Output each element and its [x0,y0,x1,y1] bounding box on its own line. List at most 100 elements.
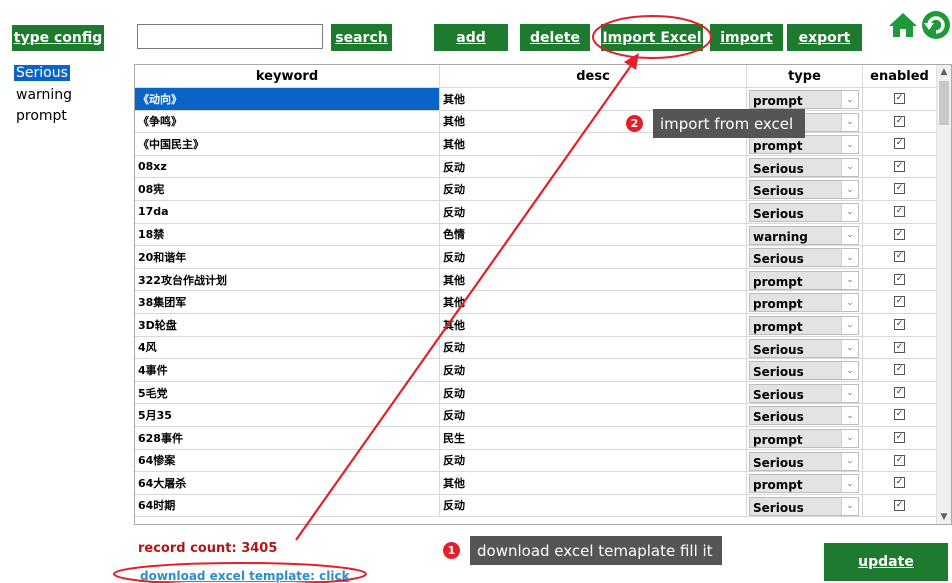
enabled-checkbox[interactable]: ✓ [894,318,905,330]
add-button[interactable]: add [434,24,508,51]
enabled-checkbox[interactable]: ✓ [894,115,905,127]
type-select[interactable]: Serious ⌄ [749,202,859,222]
table-row[interactable]: 64大屠杀 其他 prompt ⌄ ✓ [135,472,937,495]
chevron-down-icon[interactable]: ⌄ [841,497,858,515]
type-select[interactable]: Serious ⌄ [749,496,859,516]
enabled-checkbox[interactable]: ✓ [894,251,905,263]
desc-cell[interactable]: 其他 [440,313,747,337]
download-template-link[interactable]: download excel template: click [140,569,350,583]
enabled-checkbox[interactable]: ✓ [894,183,905,195]
desc-cell[interactable]: 民生 [440,426,747,450]
header-keyword[interactable]: keyword [135,65,440,88]
chevron-down-icon[interactable]: ⌄ [841,136,858,154]
type-select[interactable]: Serious ⌄ [749,361,859,381]
refresh-icon[interactable] [921,10,952,40]
chevron-down-icon[interactable]: ⌄ [841,384,858,402]
desc-cell[interactable]: 反动 [440,246,747,269]
home-icon[interactable] [888,12,918,38]
chevron-down-icon[interactable]: ⌄ [841,91,858,108]
enabled-checkbox[interactable]: ✓ [894,477,905,489]
type-select[interactable]: prompt ⌄ [749,135,859,155]
table-row[interactable]: 322攻台作战计划 其他 prompt ⌄ ✓ [135,268,937,292]
table-row[interactable]: 5毛党 反动 Serious ⌄ ✓ [135,381,937,405]
chevron-down-icon[interactable]: ⌄ [841,249,858,267]
chevron-down-icon[interactable]: ⌄ [841,339,858,357]
header-desc[interactable]: desc [440,65,747,88]
keyword-cell[interactable]: 322攻台作战计划 [135,268,440,292]
type-select[interactable]: prompt ⌄ [749,270,859,290]
type-select[interactable]: prompt ⌄ [749,428,859,448]
enabled-checkbox[interactable]: ✓ [894,409,905,421]
keyword-cell[interactable]: 4事件 [135,359,440,382]
chevron-down-icon[interactable]: ⌄ [841,226,858,244]
type-select[interactable]: Serious ⌄ [749,157,859,177]
enabled-checkbox[interactable]: ✓ [894,160,905,172]
desc-cell[interactable]: 其他 [440,472,747,495]
keyword-cell[interactable]: 《中国民主》 [135,133,440,156]
type-select[interactable]: warning ⌄ [749,225,859,245]
enabled-checkbox[interactable]: ✓ [894,205,905,217]
header-enabled[interactable]: enabled [863,65,937,88]
table-row[interactable]: 38集团军 其他 prompt ⌄ ✓ [135,291,937,314]
keyword-cell[interactable]: 5月35 [135,404,440,427]
type-select[interactable]: Serious ⌄ [749,383,859,403]
scroll-thumb[interactable] [939,81,949,125]
table-row[interactable]: 628事件 民生 prompt ⌄ ✓ [135,426,937,450]
import-button[interactable]: import [710,24,783,51]
table-row[interactable]: 4风 反动 Serious ⌄ ✓ [135,336,937,360]
desc-cell[interactable]: 反动 [440,178,747,201]
keyword-cell[interactable]: 5毛党 [135,381,440,405]
type-select[interactable]: prompt ⌄ [749,474,859,494]
table-row[interactable]: 20和谐年 反动 Serious ⌄ ✓ [135,246,937,269]
table-row[interactable]: 64惨案 反动 Serious ⌄ ✓ [135,449,937,473]
keyword-cell[interactable]: 《动向》 [135,88,440,111]
enabled-checkbox[interactable]: ✓ [894,93,905,104]
desc-cell[interactable]: 反动 [440,494,747,518]
desc-cell[interactable]: 其他 [440,88,747,111]
desc-cell[interactable]: 反动 [440,404,747,427]
enabled-checkbox[interactable]: ✓ [894,296,905,308]
type-select[interactable]: Serious ⌄ [749,451,859,471]
enabled-checkbox[interactable]: ✓ [894,138,905,150]
table-row[interactable]: 3D轮盘 其他 prompt ⌄ ✓ [135,313,937,337]
sidebar-item-warning[interactable]: warning [14,87,74,103]
chevron-down-icon[interactable]: ⌄ [841,407,858,425]
keyword-cell[interactable]: 64时期 [135,494,440,518]
keyword-cell[interactable]: 64惨案 [135,449,440,473]
type-select[interactable]: Serious ⌄ [749,338,859,358]
type-select[interactable]: prompt ⌄ [749,315,859,335]
enabled-checkbox[interactable]: ✓ [894,273,905,285]
table-row[interactable]: 4事件 反动 Serious ⌄ ✓ [135,359,937,382]
desc-cell[interactable]: 色情 [440,223,747,247]
search-input[interactable] [137,24,323,49]
keyword-cell[interactable]: 3D轮盘 [135,313,440,337]
table-row[interactable]: 《动向》 其他 prompt ⌄ ✓ [135,88,937,111]
keyword-cell[interactable]: 38集团军 [135,291,440,314]
scroll-up-icon[interactable]: ▲ [937,65,951,79]
desc-cell[interactable]: 反动 [440,200,747,224]
type-select[interactable]: Serious ⌄ [749,406,859,426]
table-row[interactable]: 08xz 反动 Serious ⌄ ✓ [135,155,937,179]
scroll-down-icon[interactable]: ▼ [937,510,951,524]
chevron-down-icon[interactable]: ⌄ [841,181,858,199]
delete-button[interactable]: delete [520,24,590,51]
keyword-cell[interactable]: 64大屠杀 [135,472,440,495]
chevron-down-icon[interactable]: ⌄ [841,429,858,447]
desc-cell[interactable]: 反动 [440,336,747,360]
keyword-cell[interactable]: 17da [135,200,440,224]
type-select[interactable]: Serious ⌄ [749,248,859,268]
chevron-down-icon[interactable]: ⌄ [841,475,858,493]
sidebar-item-serious[interactable]: Serious [14,65,70,81]
search-button[interactable]: search [331,24,392,51]
type-select[interactable]: prompt ⌄ [749,293,859,313]
table-row[interactable]: 64时期 反动 Serious ⌄ ✓ [135,494,937,518]
update-button[interactable]: update [824,543,948,581]
desc-cell[interactable]: 反动 [440,381,747,405]
enabled-checkbox[interactable]: ✓ [894,454,905,466]
enabled-checkbox[interactable]: ✓ [894,228,905,240]
table-row[interactable]: 08宪 反动 Serious ⌄ ✓ [135,178,937,201]
keyword-cell[interactable]: 4风 [135,336,440,360]
chevron-down-icon[interactable]: ⌄ [841,452,858,470]
enabled-checkbox[interactable]: ✓ [894,341,905,353]
export-button[interactable]: export [787,24,862,51]
